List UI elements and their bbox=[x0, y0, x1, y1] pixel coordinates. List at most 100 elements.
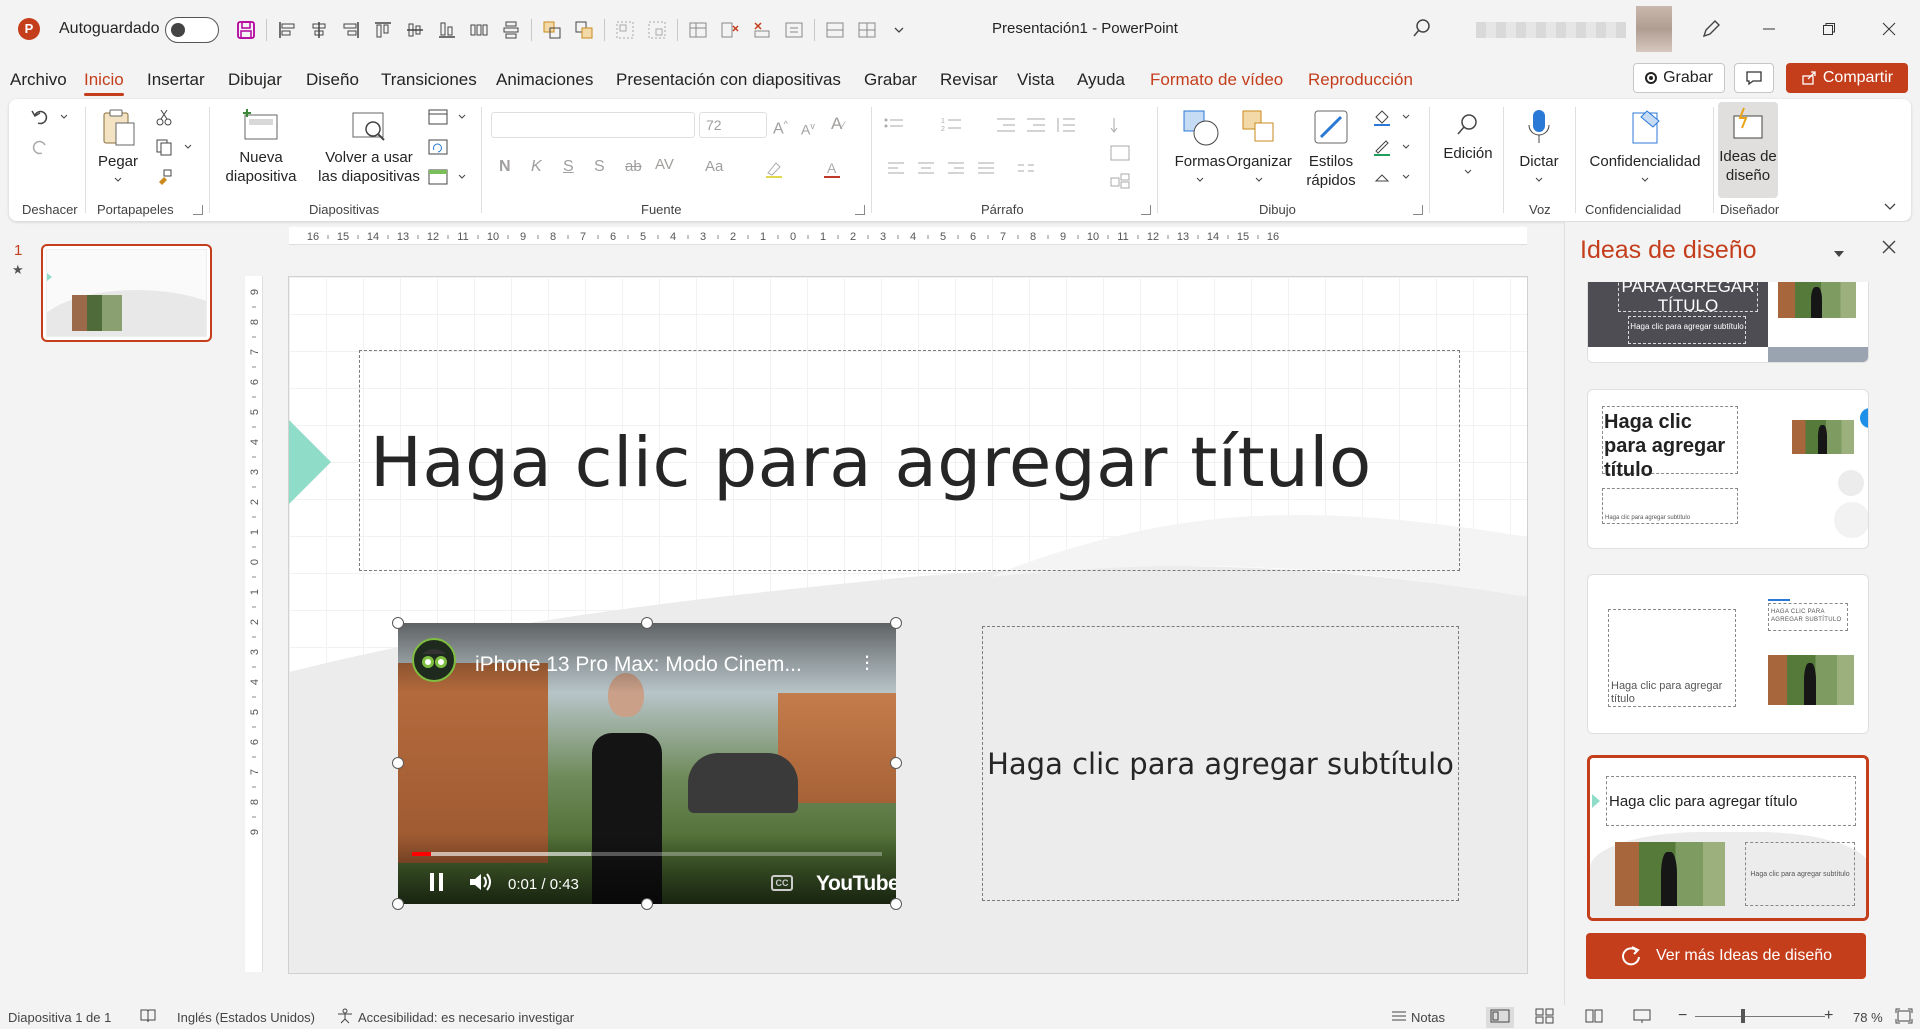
clipboard-launcher[interactable] bbox=[193, 205, 203, 215]
undo-dropdown[interactable] bbox=[51, 105, 77, 129]
slide-indicator[interactable]: Diapositiva 1 de 1 bbox=[8, 1010, 111, 1025]
pause-button[interactable] bbox=[427, 871, 447, 898]
tab-archivo[interactable]: Archivo bbox=[10, 70, 67, 90]
design-idea-4[interactable]: Haga clic para agregar título Haga clic … bbox=[1587, 755, 1869, 921]
notes-button[interactable]: Notas bbox=[1411, 1010, 1445, 1025]
change-case-button[interactable]: Aa bbox=[705, 157, 723, 176]
section-dropdown[interactable] bbox=[449, 165, 475, 189]
section-button[interactable] bbox=[425, 165, 451, 189]
design-idea-3[interactable]: Haga clic para agregar título HAGA CLIC … bbox=[1587, 574, 1869, 734]
character-spacing-button[interactable]: AV bbox=[655, 155, 674, 174]
shape-fill-button[interactable] bbox=[1369, 105, 1395, 129]
new-slide-button[interactable]: Nueva diapositiva bbox=[219, 107, 303, 186]
notes-icon[interactable] bbox=[1390, 1008, 1408, 1027]
design-idea-1[interactable]: PARA AGREGAR TÍTULO Haga clic para agreg… bbox=[1587, 282, 1869, 363]
paste-button[interactable]: Pegar bbox=[93, 107, 143, 190]
bullets-button[interactable] bbox=[881, 113, 907, 137]
shape-effects-dropdown[interactable] bbox=[1393, 165, 1419, 189]
bring-forward-button[interactable] bbox=[536, 15, 568, 45]
group-button[interactable] bbox=[609, 15, 641, 45]
tab-reproduccion[interactable]: Reproducción bbox=[1308, 70, 1413, 90]
youtube-video[interactable]: iPhone 13 Pro Max: Modo Cinem... · · · 0:0… bbox=[398, 623, 896, 904]
spelling-icon[interactable] bbox=[139, 1008, 157, 1027]
slide-sorter-button[interactable] bbox=[1535, 1008, 1555, 1027]
tab-formato-video[interactable]: Formato de vídeo bbox=[1150, 70, 1283, 90]
delete-columns-button[interactable] bbox=[746, 15, 778, 45]
slideshow-button[interactable] bbox=[1632, 1008, 1652, 1027]
shape-fill-dropdown[interactable] bbox=[1393, 105, 1419, 129]
resize-handle-s[interactable] bbox=[641, 898, 653, 910]
copy-button[interactable] bbox=[151, 135, 177, 159]
clear-format-button[interactable]: A⁄ bbox=[831, 114, 844, 136]
tab-dibujar[interactable]: Dibujar bbox=[228, 70, 282, 90]
video-title[interactable]: iPhone 13 Pro Max: Modo Cinem... bbox=[475, 653, 802, 677]
sensitivity-button[interactable]: Confidencialidad bbox=[1579, 107, 1711, 190]
align-top-button[interactable] bbox=[367, 15, 399, 45]
paragraph-launcher[interactable] bbox=[1141, 205, 1151, 215]
line-spacing-button[interactable] bbox=[1053, 113, 1079, 137]
more-options-icon[interactable]: · · · bbox=[862, 645, 872, 679]
record-button[interactable]: Grabar bbox=[1633, 63, 1725, 93]
channel-avatar[interactable] bbox=[412, 638, 456, 682]
format-painter-button[interactable] bbox=[151, 165, 177, 189]
underline-button[interactable]: S bbox=[563, 157, 574, 176]
undo-button[interactable] bbox=[27, 105, 53, 129]
tab-inicio[interactable]: Inicio bbox=[84, 70, 124, 96]
arrange-button[interactable]: Organizar bbox=[1221, 107, 1297, 190]
center-text-button[interactable] bbox=[913, 157, 939, 181]
resize-handle-ne[interactable] bbox=[890, 617, 902, 629]
columns-button[interactable] bbox=[1013, 157, 1039, 181]
tab-transiciones[interactable]: Transiciones bbox=[381, 70, 477, 90]
font-color-button[interactable]: A bbox=[819, 157, 845, 181]
cut-button[interactable] bbox=[151, 105, 177, 129]
strikethrough-button[interactable]: ab bbox=[625, 157, 642, 176]
distribute-vertical-button[interactable] bbox=[495, 15, 527, 45]
split-cells-button[interactable] bbox=[819, 15, 851, 45]
autosave-toggle[interactable] bbox=[165, 17, 219, 43]
editing-button[interactable]: Edición bbox=[1435, 111, 1501, 182]
justify-button[interactable] bbox=[973, 157, 999, 181]
zoom-slider-thumb[interactable] bbox=[1740, 1009, 1745, 1023]
shape-outline-dropdown[interactable] bbox=[1393, 135, 1419, 159]
italic-button[interactable]: K bbox=[531, 157, 542, 176]
quick-styles-button[interactable]: Estilos rápidos bbox=[1293, 107, 1369, 190]
restore-button[interactable] bbox=[1809, 14, 1849, 44]
save-button[interactable] bbox=[230, 15, 262, 45]
align-bottom-button[interactable] bbox=[431, 15, 463, 45]
slide-canvas[interactable]: Haga clic para agregar título Haga clic … bbox=[288, 276, 1528, 974]
bold-button[interactable]: N bbox=[499, 157, 511, 176]
resize-handle-e[interactable] bbox=[890, 757, 902, 769]
font-size-input[interactable]: 72 bbox=[699, 112, 767, 138]
zoom-in-button[interactable]: + bbox=[1824, 1007, 1833, 1025]
zoom-level[interactable]: 78 % bbox=[1853, 1010, 1883, 1025]
tab-presentacion[interactable]: Presentación con diapositivas bbox=[616, 70, 841, 90]
align-right-text-button[interactable] bbox=[943, 157, 969, 181]
share-button[interactable]: Compartir bbox=[1786, 63, 1908, 93]
align-right-button[interactable] bbox=[335, 15, 367, 45]
align-center-button[interactable] bbox=[303, 15, 335, 45]
tab-diseno[interactable]: Diseño bbox=[306, 70, 359, 90]
see-more-design-ideas-button[interactable]: Ver más Ideas de diseño bbox=[1586, 933, 1866, 979]
vertical-ruler[interactable]: 9 8 7 6 5 4 3 2 1 0 1 2 3 4 5 6 7 8 9 bbox=[245, 276, 263, 972]
volume-button[interactable] bbox=[468, 871, 494, 898]
smartart-button[interactable] bbox=[1107, 169, 1133, 193]
align-text-button[interactable] bbox=[1107, 141, 1133, 165]
design-idea-2[interactable]: Haga clic para agregar título Haga clic … bbox=[1587, 389, 1869, 549]
pane-close-button[interactable] bbox=[1882, 240, 1896, 259]
distribute-horizontal-button[interactable] bbox=[463, 15, 495, 45]
shape-outline-button[interactable] bbox=[1369, 135, 1395, 159]
font-name-input[interactable] bbox=[491, 112, 695, 138]
reset-slide-button[interactable] bbox=[425, 135, 451, 159]
tab-insertar[interactable]: Insertar bbox=[147, 70, 205, 90]
shrink-font-button[interactable]: Av bbox=[801, 117, 815, 140]
tab-revisar[interactable]: Revisar bbox=[940, 70, 998, 90]
highlight-button[interactable] bbox=[761, 157, 787, 181]
subtitle-placeholder[interactable]: Haga clic para agregar subtítulo bbox=[982, 626, 1459, 901]
font-launcher[interactable] bbox=[855, 205, 865, 215]
ungroup-button[interactable] bbox=[641, 15, 673, 45]
zoom-slider[interactable] bbox=[1695, 1016, 1825, 1017]
slide-thumbnail[interactable] bbox=[41, 244, 212, 342]
tab-vista[interactable]: Vista bbox=[1017, 70, 1055, 90]
layout-dropdown[interactable] bbox=[449, 105, 475, 129]
fit-slide-button[interactable] bbox=[1895, 1008, 1913, 1027]
